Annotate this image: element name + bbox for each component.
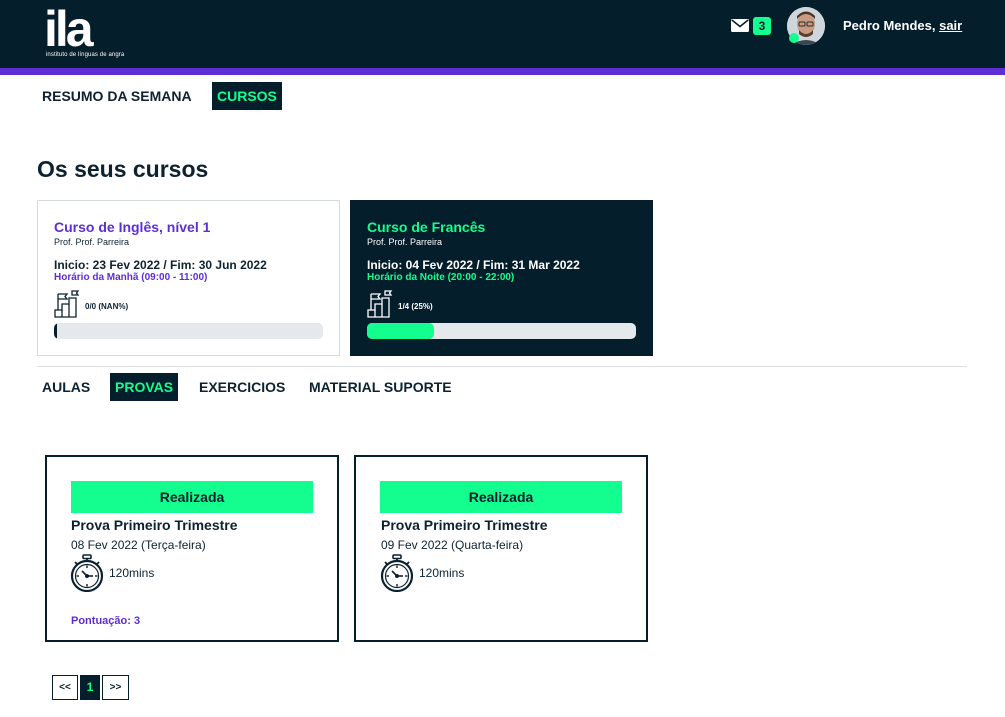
page-title: Os seus cursos bbox=[37, 156, 209, 182]
exam-duration: 120mins bbox=[419, 566, 465, 580]
course-progress-text: 0/0 (NAN%) bbox=[85, 302, 129, 311]
course-progress-text: 1/4 (25%) bbox=[398, 302, 433, 311]
nav-courses[interactable]: CURSOS bbox=[212, 82, 282, 110]
progress-stairs-icon bbox=[54, 290, 80, 318]
online-status-dot bbox=[789, 33, 799, 43]
course-card-selected[interactable]: Curso de Francês Prof. Prof. Parreira In… bbox=[350, 200, 653, 356]
top-bar-accent-stripe bbox=[0, 68, 1005, 75]
nav-weekly-summary[interactable]: RESUMO DA SEMANA bbox=[42, 82, 192, 110]
user-name: Pedro Mendes, bbox=[843, 18, 936, 33]
exam-date: 09 Fev 2022 (Quarta-feira) bbox=[381, 538, 524, 552]
course-progress-bar bbox=[54, 323, 323, 339]
stopwatch-icon bbox=[70, 554, 104, 592]
course-professor: Prof. Prof. Parreira bbox=[54, 237, 130, 247]
mail-icon[interactable] bbox=[731, 19, 749, 32]
course-title: Curso de Francês bbox=[367, 219, 486, 235]
course-dates: Inicio: 04 Fev 2022 / Fim: 31 Mar 2022 bbox=[367, 258, 580, 272]
top-bar bbox=[0, 0, 1005, 68]
pagination-page-button[interactable]: 1 bbox=[80, 675, 100, 700]
progress-bar-marker bbox=[54, 323, 57, 339]
pagination-next-button[interactable]: >> bbox=[102, 675, 129, 700]
exam-card[interactable]: Realizada Prova Primeiro Trimestre 09 Fe… bbox=[354, 455, 648, 642]
exam-duration: 120mins bbox=[109, 566, 155, 580]
exam-title: Prova Primeiro Trimestre bbox=[381, 517, 548, 533]
section-divider bbox=[37, 366, 967, 367]
course-dates: Inicio: 23 Fev 2022 / Fim: 30 Jun 2022 bbox=[54, 258, 267, 272]
exam-status-badge: Realizada bbox=[380, 481, 622, 513]
course-progress-bar bbox=[367, 323, 636, 339]
exam-title: Prova Primeiro Trimestre bbox=[71, 517, 238, 533]
course-card[interactable]: Curso de Inglês, nível 1 Prof. Prof. Par… bbox=[37, 200, 340, 356]
tab-exercicios[interactable]: EXERCICIOS bbox=[199, 373, 285, 401]
tab-material-suporte[interactable]: MATERIAL SUPORTE bbox=[309, 373, 452, 401]
logo-subtitle: instituto de línguas de angra bbox=[46, 52, 125, 58]
logout-link[interactable]: sair bbox=[939, 18, 962, 33]
tab-aulas[interactable]: AULAS bbox=[42, 373, 90, 401]
exam-card[interactable]: Realizada Prova Primeiro Trimestre 08 Fe… bbox=[45, 455, 339, 642]
pagination-prev-button[interactable]: << bbox=[52, 675, 78, 700]
unread-count-badge[interactable]: 3 bbox=[753, 17, 771, 35]
progress-bar-fill bbox=[367, 323, 435, 339]
course-title: Curso de Inglês, nível 1 bbox=[54, 219, 211, 235]
course-professor: Prof. Prof. Parreira bbox=[367, 237, 443, 247]
exam-status-badge: Realizada bbox=[71, 481, 313, 513]
tab-provas[interactable]: PROVAS bbox=[110, 373, 179, 401]
exam-date: 08 Fev 2022 (Terça-feira) bbox=[71, 538, 206, 552]
user-menu: Pedro Mendes, sair bbox=[843, 18, 962, 33]
course-schedule: Horário da Manhã (09:00 - 11:00) bbox=[54, 272, 208, 283]
course-schedule: Horário da Noite (20:00 - 22:00) bbox=[367, 272, 515, 283]
logo-mark: ila bbox=[44, 1, 94, 57]
exam-score: Pontuação: 3 bbox=[71, 615, 141, 627]
brand-logo[interactable]: ila instituto de línguas de angra bbox=[44, 1, 134, 62]
progress-stairs-icon bbox=[367, 290, 393, 318]
stopwatch-icon bbox=[380, 554, 414, 592]
